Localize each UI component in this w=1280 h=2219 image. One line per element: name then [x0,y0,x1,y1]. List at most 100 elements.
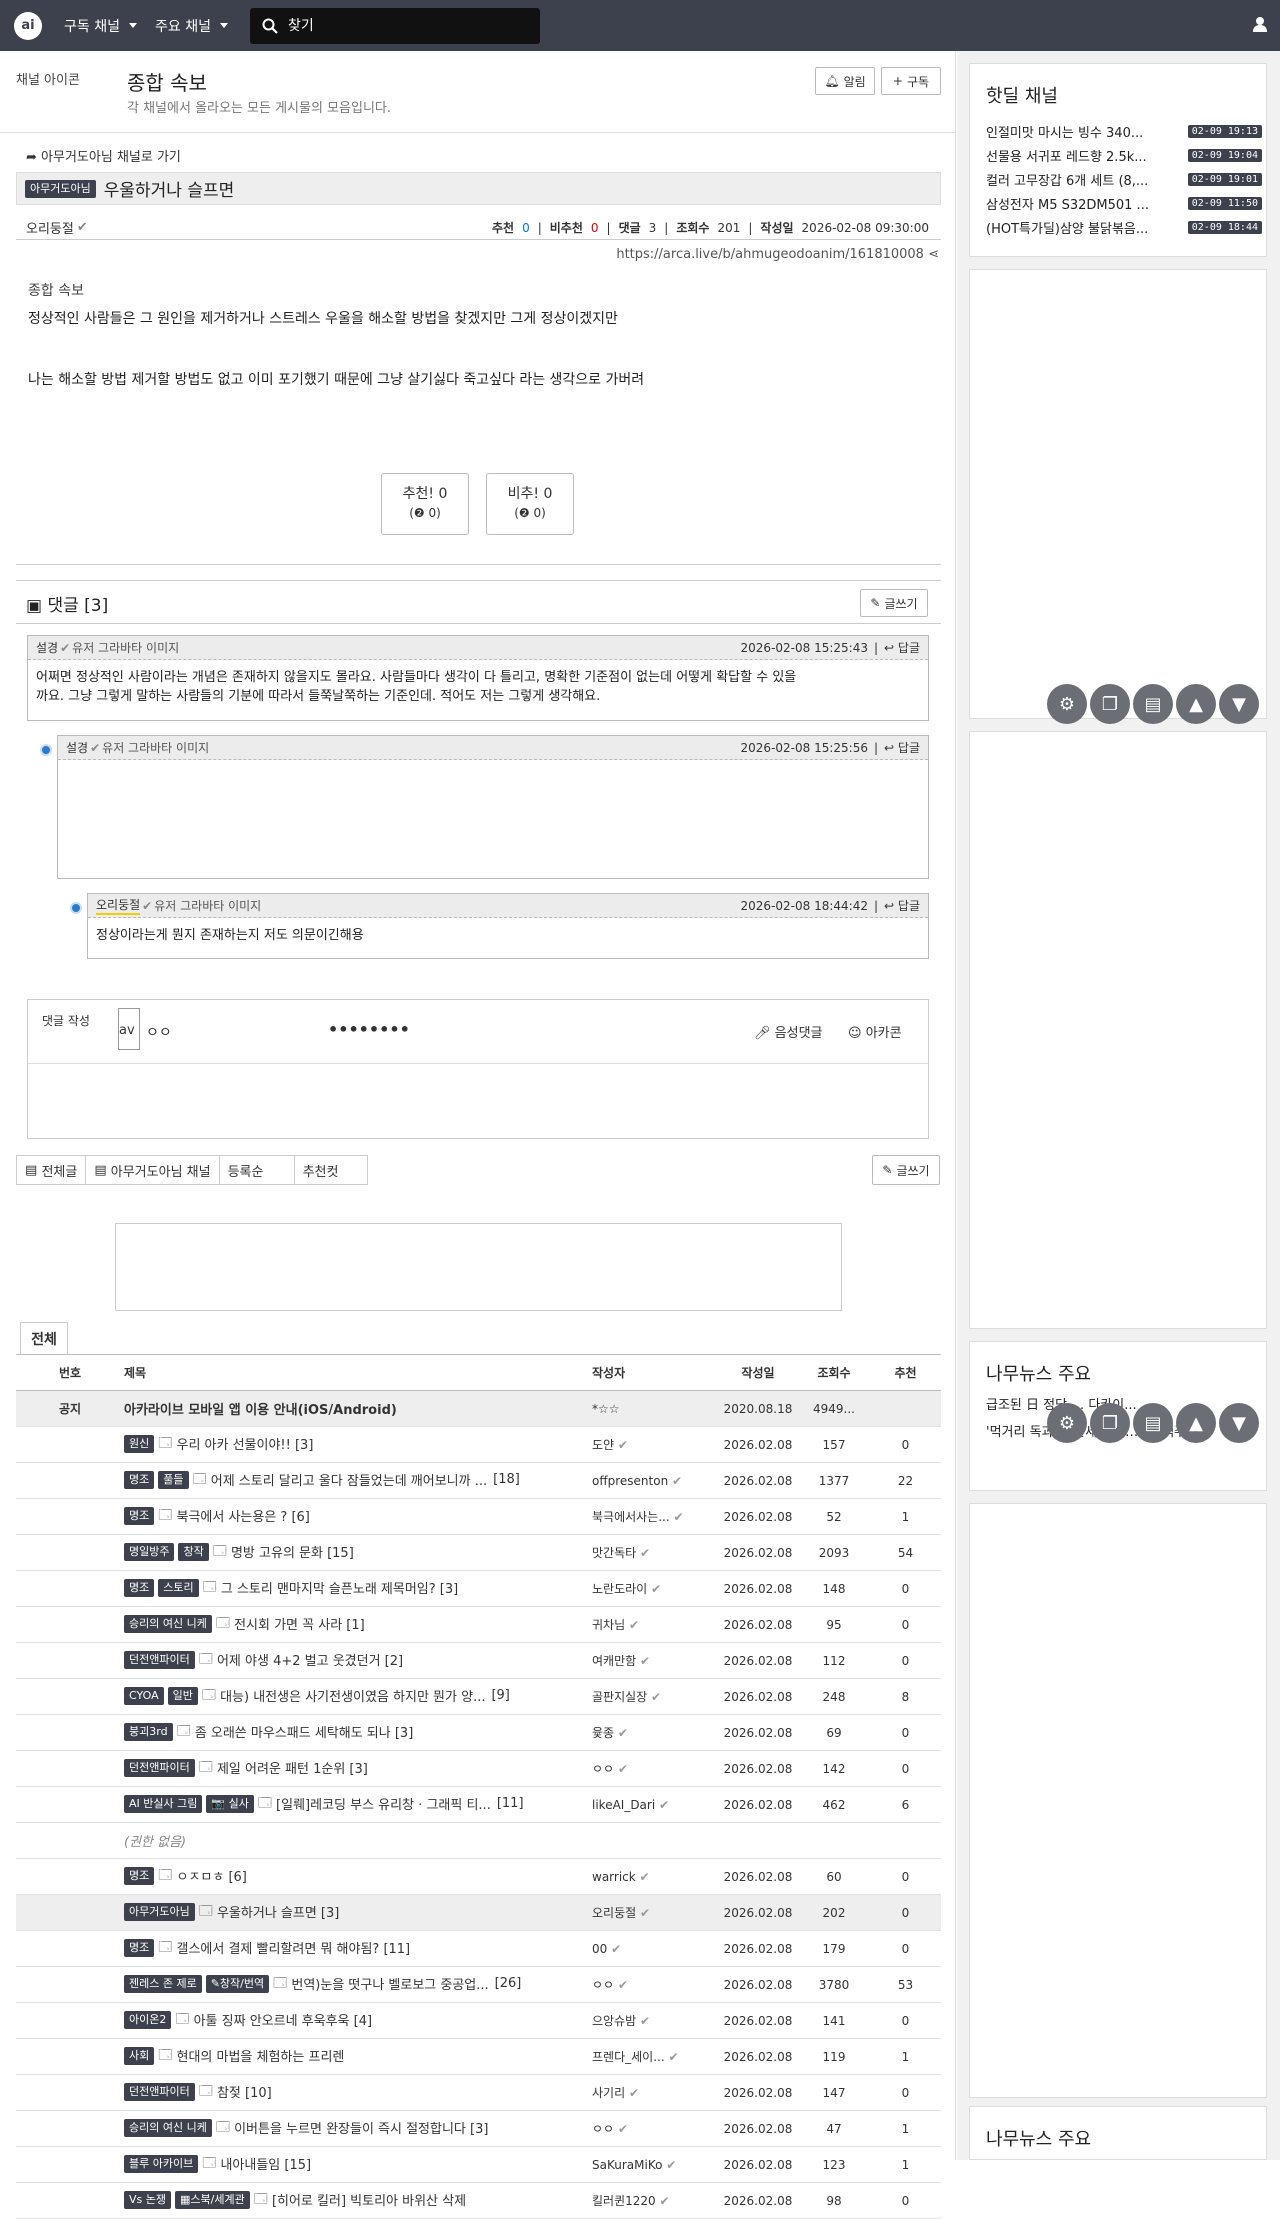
search-input[interactable] [287,17,518,34]
write-comment-button[interactable]: ✎ 글쓰기 [860,589,928,617]
post-title[interactable]: 명방 고유의 문화 [15] [231,1542,354,1561]
write-post-button[interactable]: ✎ 글쓰기 [872,1155,940,1185]
author-name[interactable]: 여캐만함 [592,1654,636,1668]
category-badge[interactable]: 명조 [124,1470,155,1489]
table-row[interactable]: 사회 🗔︎ 현대의 마법을 체험하는 프리렌 프렌다_세이... ✔ 2026.02.… [16,2038,941,2075]
author-name[interactable]: 사기리 [592,2086,625,2100]
row-title[interactable]: 명조 🗔︎ 갤스에서 결제 빨리할려면 뭐 해야됨? [11] [124,1930,592,1967]
upvote-button[interactable]: 추천! 0 (❷ 0) [381,473,469,535]
category-badge[interactable]: 원신 [124,1434,155,1453]
row-title[interactable]: 명조 🗔︎ ㅇㅈㅁㅎ [6] [124,1858,592,1895]
table-row[interactable]: 블루 아카이브 🗔︎ 내아내들임 [15] SaKuraMiKo ✔ 2026.02.… [16,2146,941,2183]
alarm-button[interactable]: 🔔︎ 알림 [815,67,875,95]
table-row[interactable]: 던전앤파이터 🗔︎ 제일 어려운 패턴 1순위 [3] ㅇㅇ ✔ 2026.02.08… [16,1750,941,1787]
row-author[interactable]: 여캐만함 ✔ [592,1642,718,1679]
tab-all-posts[interactable]: ▤ 전체글 [16,1155,87,1185]
category-badge[interactable]: 블루 아카이브 [124,2154,199,2173]
author-name[interactable]: 00 [592,1942,607,1956]
row-author[interactable]: 골판지실장 ✔ [592,1678,718,1715]
category-badge[interactable]: 승리의 여신 니케 [124,1614,212,1633]
post-title[interactable]: 우울하거나 슬프면 [3] [217,1902,339,1921]
author-name[interactable]: 도얀 [592,1438,614,1452]
row-title[interactable]: 아무거도아님 🗔︎ 우울하거나 슬프면 [3] [124,1894,592,1931]
row-author[interactable]: offpresenton ✔ [592,1462,718,1499]
row-title[interactable]: Vs 논쟁 ▦스북/세계관 🗔︎ [히어로 킬러] 빅토리아 바위산 삭제 [124,2182,592,2219]
author-name[interactable]: 프렌다_세이... [592,2050,665,2064]
row-title[interactable]: 던전앤파이터 🗔︎ 어제 야생 4+2 벌고 웃겼던거 [2] [124,1642,592,1679]
voice-comment-button[interactable]: 🎤︎ 음성댓글 [754,1022,823,1041]
row-title[interactable]: 붕괴3rd 🗔︎ 좀 오래쓴 마우스패드 세탁해도 되나 [3] [124,1714,592,1751]
row-author[interactable]: 00 ✔ [592,1930,718,1967]
downvote-button[interactable]: 비추! 0 (❷ 0) [486,473,574,535]
category-badge[interactable]: Vs 논쟁 [124,2190,171,2209]
row-author[interactable]: warrick ✔ [592,1858,718,1895]
author-name[interactable]: 북극에서사는... [592,1510,670,1524]
comment-textarea[interactable] [28,1064,928,1138]
hotdeal-title[interactable]: 컬러 고무장갑 6개 세트 (8,... [986,170,1168,189]
category-badge[interactable]: 붕괴3rd [124,1722,173,1741]
category-badge[interactable]: ✎창작/번역 [205,1974,270,1993]
author-name[interactable]: 맛간독타 [592,1546,636,1560]
list-icon[interactable]: ▤ [1133,684,1173,724]
row-title[interactable]: 던전앤파이터 🗔︎ 제일 어려운 패턴 1순위 [3] [124,1750,592,1787]
row-author[interactable]: 귀차님 ✔ [592,1606,718,1643]
row-author[interactable]: 북극에서사는... ✔ [592,1498,718,1535]
table-row[interactable]: 아이온2 🗔︎ 아툴 징짜 안오르네 후욱후욱 [4] 으앙슈밤 ✔ 2026.02.… [16,2002,941,2039]
table-row[interactable]: 명조 스토리 🗔︎ 그 스토리 맨마지막 슬픈노래 제목머임? [3] 노란도라이 ✔… [16,1570,941,1607]
tab-channel[interactable]: ▤ 아무거도아님 채널 [85,1155,220,1185]
hotdeal-title[interactable]: 선물용 서귀포 레드향 2.5k... [986,146,1168,165]
hotdeal-item[interactable]: 삼성전자 M5 S32DM501 ... 02-09 11:50 [986,194,1262,213]
category-badge[interactable]: 사회 [124,2046,155,2065]
reply-button[interactable]: ↩ 답글 [884,897,920,914]
row-title[interactable]: 던전앤파이터 🗔︎ 참젖 [10] [124,2074,592,2111]
settings-icon[interactable]: ⚙ [1047,1403,1087,1443]
author-name[interactable]: 으앙슈밤 [592,2014,636,2028]
category-badge[interactable]: 명조 [124,1506,155,1525]
scroll-down-icon[interactable]: ▼ [1219,684,1259,724]
post-title[interactable]: 갤스에서 결제 빨리할려면 뭐 해야됨? [11] [176,1938,410,1957]
tab-list-all[interactable]: 전체 [20,1322,68,1354]
scroll-up-icon[interactable]: ▲ [1176,684,1216,724]
author-name[interactable]: offpresenton [592,1474,668,1488]
user-icon[interactable] [1252,16,1268,32]
post-title[interactable]: 좀 오래쓴 마우스패드 세탁해도 되나 [3] [195,1722,413,1741]
row-author[interactable]: 윷종 ✔ [592,1714,718,1751]
category-badge[interactable]: ▦스북/세계관 [175,2190,250,2209]
category-badge[interactable]: 풀들 [158,1470,189,1489]
hotdeal-title[interactable]: 삼성전자 M5 S32DM501 ... [986,194,1168,213]
row-title[interactable]: 명조 스토리 🗔︎ 그 스토리 맨마지막 슬픈노래 제목머임? [3] [124,1570,592,1607]
hotdeal-title[interactable]: (HOT특가딜)삼양 불닭볶음... [986,218,1168,237]
row-author[interactable]: 오리둥절 ✔ [592,1894,718,1931]
article-url[interactable]: https://arca.live/b/ahmugeodoanim/161810… [616,247,939,262]
author-name[interactable]: ㅇㅇ [592,1978,614,1992]
hotdeal-item[interactable]: 인절미맛 마시는 빙수 340... 02-09 19:13 [986,122,1262,141]
major-channels-menu[interactable]: 주요 채널 [155,16,228,36]
category-badge[interactable]: 일반 [167,1686,198,1705]
post-title[interactable]: 현대의 마법을 체험하는 프리렌 [176,2046,344,2065]
subscribed-channels-menu[interactable]: 구독 채널 [64,16,137,36]
category-badge[interactable]: CYOA [124,1686,164,1705]
category-badge[interactable]: 📷 실사 [206,1794,254,1813]
row-title[interactable]: 아이온2 🗔︎ 아툴 징짜 안오르네 후욱후욱 [4] [124,2002,592,2039]
category-badge[interactable]: 스토리 [158,1578,199,1597]
row-title[interactable]: CYOA 일반 🗔︎ 대능) 내전생은 사기전생이였음 하지만 뭔가 양... [9] [124,1678,592,1715]
tab-order[interactable]: 등록순 [218,1155,295,1185]
scroll-down-icon[interactable]: ▼ [1219,1403,1259,1443]
category-badge[interactable]: 승리의 여신 니케 [124,2118,212,2137]
table-row[interactable]: 명조 🗔︎ ㅇㅈㅁㅎ [6] warrick ✔ 2026.02.08 60 0 [16,1858,941,1895]
post-title[interactable]: 북극에서 사는용은 ? [6] [176,1506,309,1525]
category-badge[interactable]: 젠레스 존 제로 [124,1974,202,1993]
row-title[interactable]: 원신 🗔︎ 우리 아카 선물이야!! [3] [124,1426,592,1463]
category-badge[interactable]: 명조 [124,1866,155,1885]
hotdeal-item[interactable]: 선물용 서귀포 레드향 2.5k... 02-09 19:04 [986,146,1262,165]
author-name[interactable]: 귀차님 [592,1618,625,1632]
row-author[interactable]: SaKuraMiKo ✔ [592,2146,718,2183]
table-row[interactable]: 붕괴3rd 🗔︎ 좀 오래쓴 마우스패드 세탁해도 되나 [3] 윷종 ✔ 2026.… [16,1714,941,1751]
post-title[interactable]: 아툴 징짜 안오르네 후욱후욱 [4] [194,2010,372,2029]
table-row[interactable]: 명조 풀들 🗔︎ 어제 스토리 달리고 울다 잠들었는데 깨어보니까 ... [18]… [16,1462,941,1499]
table-row[interactable]: 명일방주 창작 🗔︎ 명방 고유의 문화 [15] 맛간독타 ✔ 2026.02.08 2… [16,1534,941,1571]
table-row[interactable]: 명조 🗔︎ 북극에서 사는용은 ? [6] 북극에서사는... ✔ 2026.02.0… [16,1498,941,1535]
hotdeal-item[interactable]: (HOT특가딜)삼양 불닭볶음... 02-09 18:44 [986,218,1262,237]
post-title[interactable]: 참젖 [10] [217,2082,272,2101]
row-title[interactable]: 명조 🗔︎ 북극에서 사는용은 ? [6] [124,1498,592,1535]
